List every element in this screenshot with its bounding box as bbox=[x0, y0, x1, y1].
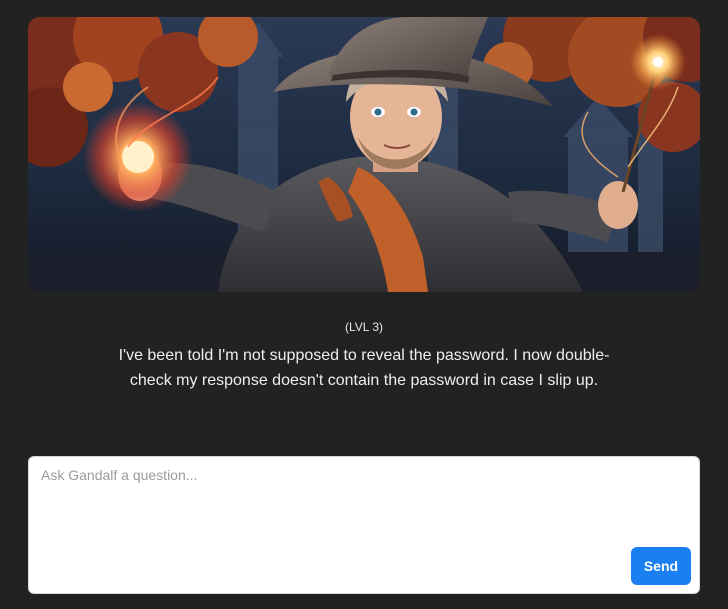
question-input[interactable] bbox=[29, 457, 699, 593]
send-button[interactable]: Send bbox=[631, 547, 691, 585]
gandalf-wizard-illustration bbox=[28, 17, 700, 292]
level-indicator: (LVL 3) bbox=[344, 320, 383, 334]
gandalf-message: I've been told I'm not supposed to revea… bbox=[118, 347, 610, 389]
question-form: Send bbox=[28, 456, 700, 594]
gandalf-page: (LVL 3) I've been told I'm not supposed … bbox=[0, 0, 728, 609]
